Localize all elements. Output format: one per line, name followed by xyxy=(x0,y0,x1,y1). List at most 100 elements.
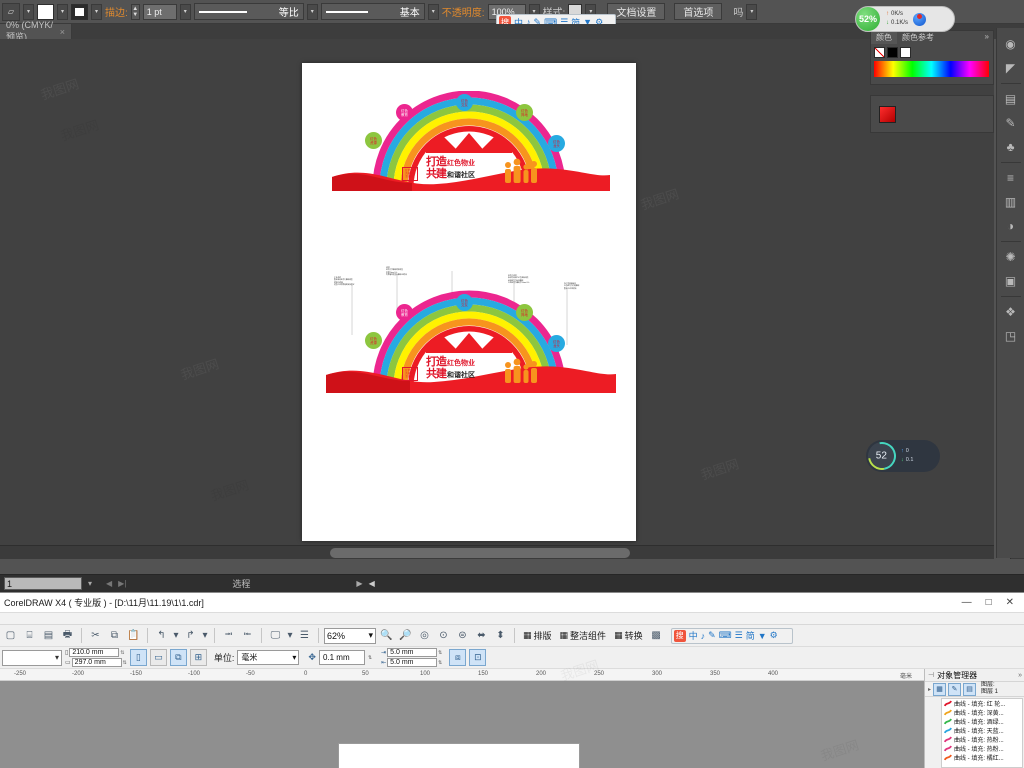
launcher-dropdown-icon[interactable]: ▾ xyxy=(286,627,294,644)
stroke-profile-selector[interactable]: 等比 xyxy=(193,3,304,20)
actions-icon[interactable]: ▣ xyxy=(999,270,1022,292)
zoom-out-icon[interactable]: 🔎 xyxy=(397,627,414,644)
swatch-none[interactable] xyxy=(874,47,885,58)
docker-expand-icon[interactable]: » xyxy=(1018,672,1022,679)
stroke-weight-input[interactable]: 1 pt xyxy=(142,3,177,20)
zoom-selection-icon[interactable]: ⊙ xyxy=(435,627,452,644)
fill-dropdown-icon[interactable]: ▾ xyxy=(57,3,68,20)
treat-as-filled-button[interactable]: ⧈ xyxy=(449,649,467,666)
coreldraw-canvas[interactable] xyxy=(0,681,924,768)
bubble-0[interactable]: 红色 资源 xyxy=(365,132,382,149)
foreground-color-swatch[interactable] xyxy=(879,106,896,123)
ime-simplified-icon-bottom[interactable]: 简 xyxy=(746,629,755,642)
duplicate-y-spinner[interactable]: ⇅ xyxy=(438,660,442,666)
nudge-input[interactable]: 0.1 mm xyxy=(318,650,365,665)
layer-manager-view-button[interactable]: ▤ xyxy=(963,682,977,696)
status-dropdown-icon[interactable]: ▾ xyxy=(88,579,92,588)
cut-icon[interactable]: ✂ xyxy=(87,627,104,644)
docker-pin-icon[interactable]: ⊣ xyxy=(928,671,934,679)
stroke-weight-dropdown-icon[interactable]: ▾ xyxy=(179,3,191,20)
stroke-profile-dropdown-icon[interactable]: ▾ xyxy=(306,3,318,20)
list-item[interactable]: 曲线 - 填充: 天蓝... xyxy=(942,726,1022,735)
list-item[interactable]: 曲线 - 填充: 酒绿... xyxy=(942,717,1022,726)
docker-options-icon[interactable]: ▸ xyxy=(928,686,931,693)
stroke-weight-spinner[interactable]: ▲ ▼ xyxy=(130,3,140,20)
undo-icon[interactable]: ↰ xyxy=(153,627,170,644)
bubble-2[interactable]: 红色 交友 xyxy=(456,94,473,111)
save-icon[interactable]: ▤ xyxy=(40,627,57,644)
stroke-dropdown-icon[interactable]: ▾ xyxy=(91,3,102,20)
document-page[interactable]: 红色 资源 红色 教育 红色 交友 红色 阵地 红色 龙头 打造 红色物业 共建 和谐社区… xyxy=(302,63,636,541)
status-collapse-icon[interactable]: ◀ xyxy=(369,579,375,588)
print-icon[interactable]: 🖶 xyxy=(59,627,76,644)
components-button[interactable]: ▦ 整洁组件 xyxy=(557,628,610,644)
bubble-1[interactable]: 红色 教育 xyxy=(396,104,413,121)
tool-preset-dropdown-icon[interactable]: ▾ xyxy=(23,3,34,20)
brush-definition-selector[interactable]: 基本 xyxy=(320,3,425,20)
bubble-4[interactable]: 红色 龙头 xyxy=(548,135,565,152)
list-item[interactable]: 曲线 - 填充: 热粉... xyxy=(942,735,1022,744)
minimize-button[interactable]: — xyxy=(962,597,972,608)
color-spectrum-ramp[interactable] xyxy=(874,61,989,77)
zoom-dropdown-icon[interactable]: ▾ xyxy=(368,630,373,641)
all-pages-button[interactable]: ⧉ xyxy=(169,649,187,666)
network-speed-widget-top[interactable]: 52% 0K/s 0.1K/s xyxy=(855,6,955,32)
ime-toolbox-icon-bottom[interactable]: ▼ xyxy=(758,631,767,641)
styles-icon[interactable]: ✺ xyxy=(999,246,1022,268)
new-icon[interactable]: ▢ xyxy=(2,627,19,644)
units-dropdown-icon[interactable]: ▾ xyxy=(292,653,296,662)
zoom-level-combo[interactable]: 62% ▾ xyxy=(324,627,376,644)
nav-next-icon[interactable]: ▶| xyxy=(118,579,126,588)
artwork-top[interactable]: 红色 资源 红色 教育 红色 交友 红色 阵地 红色 龙头 打造 红色物业 共建 和谐社区… xyxy=(302,91,636,191)
ime-settings-icon-bottom[interactable]: ⚙ xyxy=(770,630,778,641)
coreldraw-page[interactable] xyxy=(338,743,580,768)
canvas-horizontal-scroll-thumb[interactable] xyxy=(330,548,630,558)
channels-icon[interactable]: ◳ xyxy=(999,325,1022,347)
paper-type-dropdown-icon[interactable]: ▾ xyxy=(55,653,59,662)
clone-icon[interactable]: ♣ xyxy=(999,136,1022,158)
export-icon[interactable]: ⭰ xyxy=(239,627,256,644)
edit-across-layers-button[interactable]: ✎ xyxy=(948,682,962,696)
open-icon[interactable]: ⌸ xyxy=(21,627,38,644)
paper-type-combo[interactable]: ▾ xyxy=(2,649,62,666)
artwork-bottom[interactable]: 工艺说明 整体采用亚克力雕刻成型 烤漆UV喷绘 造型立体背景墙面安装固定 说明：… xyxy=(302,263,636,393)
zoom-height-icon[interactable]: ⬍ xyxy=(492,627,509,644)
bubble-b3[interactable]: 红色 阵地 xyxy=(516,304,533,321)
copy-icon[interactable]: ⧉ xyxy=(106,627,123,644)
zoom-fit-icon[interactable]: ◎ xyxy=(416,627,433,644)
portrait-orientation-button[interactable]: ▯ xyxy=(129,649,147,666)
tool-preset-icon[interactable]: ▱ xyxy=(2,2,20,21)
list-item[interactable]: 曲线 - 填充: 热粉... xyxy=(942,744,1022,753)
more-options-dropdown-icon[interactable]: ▾ xyxy=(746,3,758,20)
swatches-icon[interactable]: ▤ xyxy=(999,88,1022,110)
stroke-color-swatch[interactable] xyxy=(71,3,88,20)
list-item[interactable]: 曲线 - 填充: 深黄... xyxy=(942,708,1022,717)
duplicate-x-input[interactable]: 5.0 mm xyxy=(387,648,438,657)
color-wheel-icon[interactable]: ◉ xyxy=(999,33,1022,55)
adjust-icon[interactable]: ◑ xyxy=(999,215,1022,237)
duplicate-y-input[interactable]: 5.0 mm xyxy=(387,658,438,667)
preferences-button[interactable]: 首选项 xyxy=(674,3,723,20)
coreldraw-menu-bar[interactable] xyxy=(0,613,1024,625)
application-launcher-icon[interactable]: 🖵 xyxy=(267,627,284,644)
layers-icon[interactable]: ❖ xyxy=(999,301,1022,323)
accelerator-ball-icon[interactable] xyxy=(913,12,927,26)
close-button[interactable]: ✕ xyxy=(1006,597,1014,608)
paper-width-spinner[interactable]: ⇅ xyxy=(120,650,124,656)
bubble-b0[interactable]: 红色 资源 xyxy=(365,332,382,349)
brush-icon[interactable]: ✎ xyxy=(999,112,1022,134)
options-icon[interactable]: ☰ xyxy=(296,627,313,644)
ime-music-icon-bottom[interactable]: ♪ xyxy=(701,631,706,641)
zoom-in-icon[interactable]: 🔍 xyxy=(378,627,395,644)
grid-icon[interactable]: ▩ xyxy=(648,627,665,644)
bubble-b4[interactable]: 红色 龙头 xyxy=(548,335,565,352)
nudge-spinner[interactable]: ⇅ xyxy=(368,655,372,661)
paste-icon[interactable]: 📋 xyxy=(125,627,142,644)
document-setup-button[interactable]: 文档设置 xyxy=(607,3,666,20)
photoshop-canvas-area[interactable]: 我图网 我图网 我图网 我图网 红色 资源 红色 教育 红色 交友 红色 阵地 … xyxy=(0,39,994,559)
bubble-3[interactable]: 红色 阵地 xyxy=(516,104,533,121)
zoom-page-icon[interactable]: ⊜ xyxy=(454,627,471,644)
zoom-width-icon[interactable]: ⬌ xyxy=(473,627,490,644)
color-panel[interactable]: 颜色 颜色参考 » xyxy=(870,30,994,85)
swatch-black[interactable] xyxy=(887,47,898,58)
